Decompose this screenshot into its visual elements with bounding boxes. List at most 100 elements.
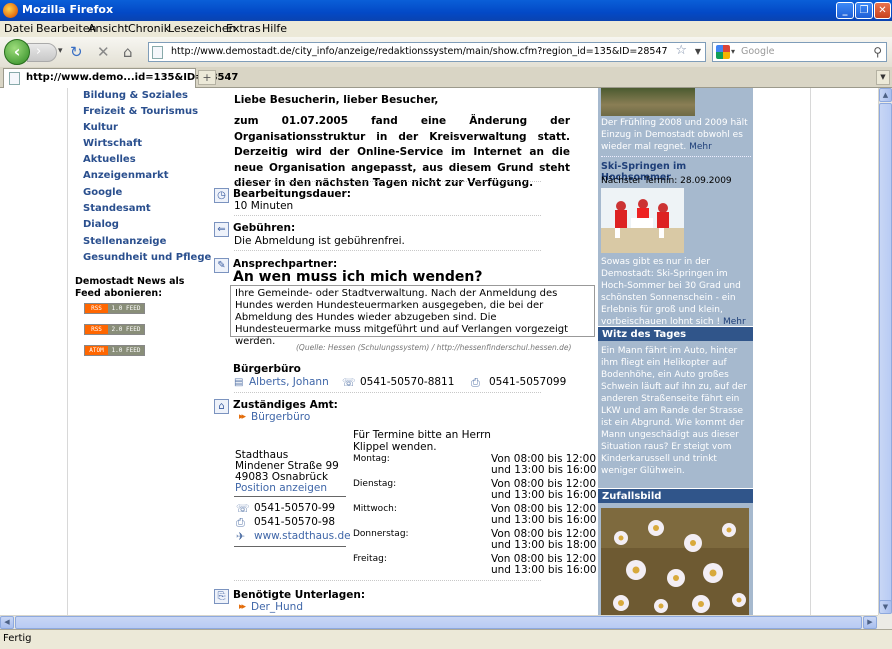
- page-icon: [152, 46, 163, 59]
- nav-anzeigenmarkt[interactable]: Anzeigenmarkt: [83, 170, 168, 181]
- divider: [234, 496, 346, 497]
- status-bar: Fertig: [0, 629, 892, 649]
- scroll-down-button[interactable]: ▼: [879, 600, 892, 614]
- horizontal-scrollbar[interactable]: ◀ ▶: [0, 615, 878, 629]
- spring-more-link[interactable]: Mehr: [689, 142, 712, 152]
- docs-label: Benötigte Unterlagen:: [233, 589, 366, 601]
- duration-label: Bearbeitungsdauer:: [233, 188, 351, 200]
- hours-day-5: Freitag:: [353, 554, 387, 564]
- url-text: http://www.demostadt.de/city_info/anzeig…: [171, 46, 668, 57]
- position-link[interactable]: Position anzeigen: [235, 482, 327, 495]
- feed-heading: Demostadt News als Feed abonieren:: [75, 276, 185, 299]
- page-content: Bildung & Soziales Freizeit & Tourismus …: [0, 88, 878, 615]
- home-icon[interactable]: ⌂: [123, 43, 133, 61]
- documents-icon: ⎘: [214, 589, 229, 604]
- new-tab-button[interactable]: +: [198, 70, 216, 85]
- web-icon: ✈: [236, 530, 246, 543]
- nav-aktuelles[interactable]: Aktuelles: [83, 154, 136, 165]
- docs-link[interactable]: Der_Hund: [251, 601, 303, 614]
- spring-photo[interactable]: [601, 88, 695, 116]
- firefox-logo-icon: [3, 3, 18, 18]
- nav-google[interactable]: Google: [83, 187, 122, 198]
- office-person-link[interactable]: Alberts, Johann: [249, 376, 329, 389]
- history-dropdown-icon[interactable]: ▾: [58, 46, 63, 56]
- greeting: Liebe Besucherin, lieber Besucher,: [234, 94, 439, 106]
- atom-feed-button[interactable]: ATOM 1.0 FEED: [84, 345, 145, 356]
- ski-photo[interactable]: [601, 188, 684, 253]
- divider: [234, 181, 541, 182]
- nav-dialog[interactable]: Dialog: [83, 219, 119, 230]
- forward-button[interactable]: ›: [27, 43, 57, 62]
- engine-dropdown-icon[interactable]: ▾: [731, 43, 735, 61]
- nav-wirtschaft[interactable]: Wirtschaft: [83, 138, 142, 149]
- url-dropdown-icon[interactable]: ▼: [695, 43, 701, 61]
- divider: [234, 215, 541, 216]
- notice-text: zum 01.07.2005 fand eine Änderung der Or…: [234, 115, 570, 189]
- scroll-left-button[interactable]: ◀: [0, 616, 14, 629]
- vertical-scroll-thumb[interactable]: [879, 103, 892, 605]
- bookmark-star-icon[interactable]: ☆: [675, 42, 687, 60]
- nav-freizeit[interactable]: Freizeit & Tourismus: [83, 106, 198, 117]
- tab-active[interactable]: http://www.demo...id=135&ID=28547: [3, 68, 238, 88]
- stop-icon[interactable]: ✕: [97, 43, 110, 61]
- right-sidebar: Der Frühling 2008 und 2009 hält Einzug i…: [598, 88, 753, 615]
- web-link[interactable]: www.stadthaus.de: [254, 530, 351, 543]
- search-placeholder: Google: [741, 46, 775, 57]
- office-fax: 0541-5057099: [489, 376, 567, 388]
- duration-value: 10 Minuten: [234, 200, 294, 212]
- scroll-up-button[interactable]: ▲: [879, 88, 892, 102]
- menu-datei[interactable]: Datei: [4, 22, 33, 35]
- menu-hilfe[interactable]: Hilfe: [262, 22, 287, 35]
- hours-line-5b: und 13:00 bis 16:00: [491, 564, 597, 576]
- fax-icon: ⎙: [471, 376, 480, 389]
- search-icon[interactable]: ⚲: [873, 43, 882, 61]
- maximize-button[interactable]: ❐: [855, 2, 873, 19]
- scroll-right-button[interactable]: ▶: [863, 616, 877, 629]
- arrow-icon: ▸▸: [239, 412, 246, 422]
- authority-link[interactable]: Bürgerbüro: [251, 411, 310, 424]
- fax-icon: ⎙: [236, 516, 245, 529]
- scroll-corner: [878, 615, 892, 629]
- fees-value: Die Abmeldung ist gebührenfrei.: [234, 235, 405, 247]
- contact-icon: ✎: [214, 258, 229, 273]
- tab-page-icon: [9, 72, 20, 85]
- hours-line-2b: und 13:00 bis 16:00: [491, 489, 597, 501]
- tab-list-icon[interactable]: ▼: [876, 70, 890, 85]
- navigation-toolbar: › ‹ ▾ ↻ ✕ ⌂ http://www.demostadt.de/city…: [0, 37, 892, 67]
- nav-standesamt[interactable]: Standesamt: [83, 203, 151, 214]
- horizontal-scroll-thumb[interactable]: [15, 616, 862, 629]
- tab-bar: http://www.demo...id=135&ID=28547 + ▼: [0, 67, 892, 88]
- random-photo[interactable]: [601, 508, 749, 615]
- joke-text: Ein Mann fährt im Auto, hinter ihm flieg…: [601, 346, 747, 476]
- nav-kultur[interactable]: Kultur: [83, 122, 118, 133]
- nav-stellenanzeige[interactable]: Stellenanzeige: [83, 236, 166, 247]
- google-engine-icon[interactable]: [716, 45, 730, 59]
- clock-icon: ◷: [214, 188, 229, 203]
- ski-photo-art: [601, 188, 684, 253]
- menu-chronik[interactable]: Chronik: [128, 22, 170, 35]
- nav-gesundheit[interactable]: Gesundheit und Pflege: [83, 252, 211, 263]
- appointment-note: Für Termine bitte an Herrn Klippel wende…: [353, 429, 491, 453]
- rss-2-feed-button[interactable]: RSS 2.0 FEED: [84, 324, 145, 335]
- back-button[interactable]: ‹: [4, 39, 30, 65]
- menu-ansicht[interactable]: Ansicht: [88, 22, 129, 35]
- ski-date: Nächster Termin: 28.09.2009: [601, 176, 732, 186]
- divider: [234, 392, 541, 393]
- fax-value: 0541-50570-98: [254, 516, 336, 528]
- menu-extras[interactable]: Extras: [226, 22, 261, 35]
- phone-icon: ☏: [342, 376, 356, 389]
- url-bar[interactable]: http://www.demostadt.de/city_info/anzeig…: [148, 42, 706, 62]
- vertical-scrollbar[interactable]: ▲ ▼: [878, 88, 892, 615]
- window-title: Mozilla Firefox: [22, 3, 114, 16]
- reload-icon[interactable]: ↻: [70, 43, 83, 61]
- search-bar[interactable]: ▾ Google ⚲: [712, 42, 887, 62]
- hours-day-2: Dienstag:: [353, 479, 397, 489]
- close-button[interactable]: ✕: [874, 2, 891, 19]
- nav-bildung[interactable]: Bildung & Soziales: [83, 90, 188, 101]
- rss-1-feed-button[interactable]: RSS 1.0 FEED: [84, 303, 145, 314]
- divider: [601, 156, 751, 157]
- hours-line-3b: und 13:00 bis 16:00: [491, 514, 597, 526]
- minimize-button[interactable]: _: [836, 2, 854, 19]
- fees-icon: ⇐: [214, 222, 229, 237]
- right-border: [810, 88, 811, 615]
